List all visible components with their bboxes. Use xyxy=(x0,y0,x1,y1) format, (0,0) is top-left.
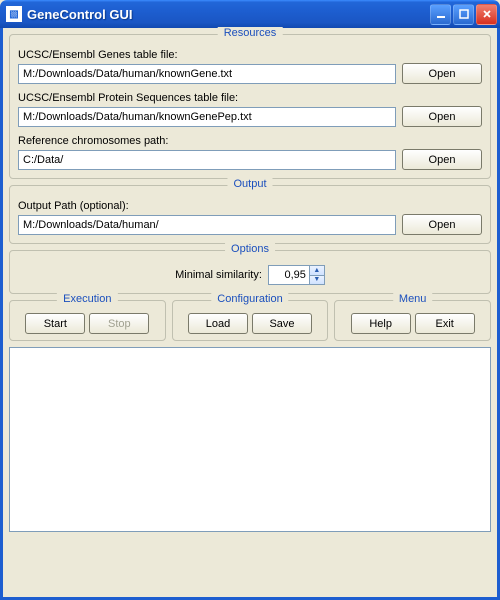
start-button[interactable]: Start xyxy=(25,313,85,334)
menu-group: Menu Help Exit xyxy=(334,300,491,341)
protein-input[interactable] xyxy=(18,107,396,127)
configuration-title: Configuration xyxy=(211,293,288,305)
output-path-label: Output Path (optional): xyxy=(18,200,482,212)
output-open-button[interactable]: Open xyxy=(402,214,482,235)
minimize-button[interactable] xyxy=(430,4,451,25)
options-group: Options Minimal similarity: ▲ ▼ xyxy=(9,250,491,294)
configuration-group: Configuration Load Save xyxy=(172,300,329,341)
log-textarea[interactable] xyxy=(9,347,491,532)
load-button[interactable]: Load xyxy=(188,313,248,334)
menu-title: Menu xyxy=(393,293,433,305)
app-icon: ▧ xyxy=(6,6,22,22)
stop-button[interactable]: Stop xyxy=(89,313,149,334)
chrom-open-button[interactable]: Open xyxy=(402,149,482,170)
min-sim-label: Minimal similarity: xyxy=(175,269,262,281)
chrom-label: Reference chromosomes path: xyxy=(18,135,482,147)
protein-open-button[interactable]: Open xyxy=(402,106,482,127)
min-sim-spinner[interactable]: ▲ ▼ xyxy=(268,265,325,285)
execution-title: Execution xyxy=(57,293,117,305)
maximize-button[interactable] xyxy=(453,4,474,25)
exit-button[interactable]: Exit xyxy=(415,313,475,334)
window-title: GeneControl GUI xyxy=(27,7,430,22)
protein-label: UCSC/Ensembl Protein Sequences table fil… xyxy=(18,92,482,104)
chrom-input[interactable] xyxy=(18,150,396,170)
close-button[interactable] xyxy=(476,4,497,25)
genes-open-button[interactable]: Open xyxy=(402,63,482,84)
help-button[interactable]: Help xyxy=(351,313,411,334)
options-title: Options xyxy=(225,243,275,255)
output-group: Output Output Path (optional): Open xyxy=(9,185,491,244)
genes-label: UCSC/Ensembl Genes table file: xyxy=(18,49,482,61)
action-area: Execution Start Stop Configuration Load … xyxy=(9,300,491,341)
save-button[interactable]: Save xyxy=(252,313,312,334)
min-sim-input[interactable] xyxy=(268,265,310,285)
resources-group: Resources UCSC/Ensembl Genes table file:… xyxy=(9,34,491,179)
spinner-up-icon[interactable]: ▲ xyxy=(310,266,324,276)
titlebar: ▧ GeneControl GUI xyxy=(0,0,500,28)
genes-input[interactable] xyxy=(18,64,396,84)
window-buttons xyxy=(430,4,497,25)
execution-group: Execution Start Stop xyxy=(9,300,166,341)
client-area: Resources UCSC/Ensembl Genes table file:… xyxy=(0,28,500,600)
resources-title: Resources xyxy=(218,27,283,39)
output-path-input[interactable] xyxy=(18,215,396,235)
output-title: Output xyxy=(227,178,272,190)
spinner-down-icon[interactable]: ▼ xyxy=(310,276,324,285)
